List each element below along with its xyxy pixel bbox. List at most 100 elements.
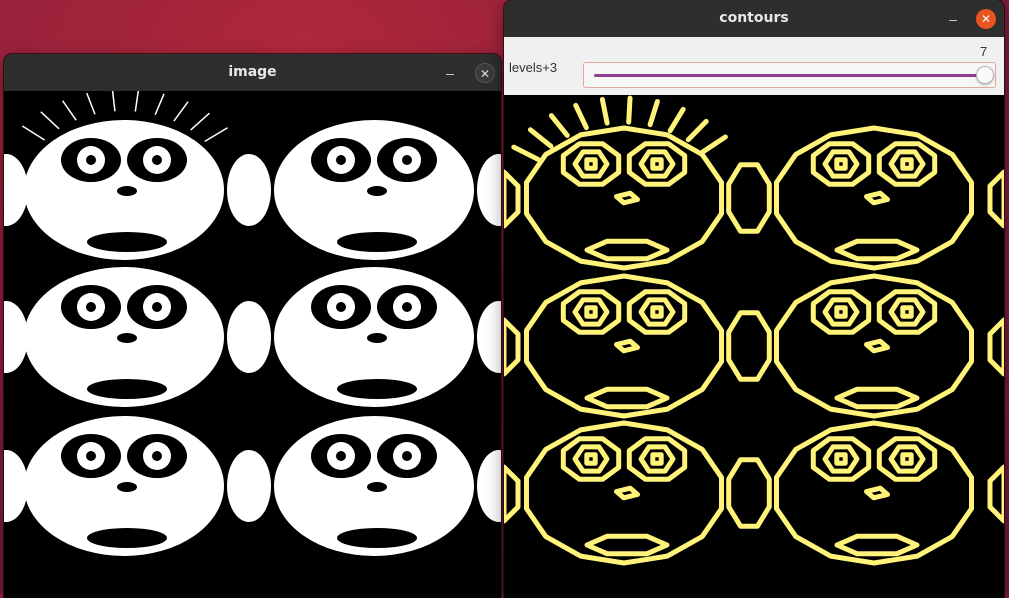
face-contour	[524, 273, 724, 419]
mouth	[337, 528, 417, 548]
side-oval	[227, 154, 271, 226]
side-oval	[477, 450, 501, 522]
hair-contour	[685, 118, 709, 143]
pupil-contour	[584, 452, 598, 466]
mouth-contour	[834, 238, 920, 262]
pupil-contour	[650, 157, 664, 171]
hair-contour	[667, 106, 686, 134]
image-window[interactable]: image – ✕	[4, 54, 501, 598]
nose	[367, 186, 387, 196]
hair-contour	[511, 144, 541, 162]
pupil	[336, 155, 346, 165]
eye-ring-contour	[822, 444, 860, 474]
side-oval-contour	[726, 310, 772, 382]
contours-window[interactable]: contours – ✕ levels+3 7	[504, 0, 1004, 598]
nose	[367, 333, 387, 343]
trackbar-label: levels+3	[509, 60, 558, 75]
slider-track[interactable]	[594, 74, 983, 77]
pupil-contour	[650, 452, 664, 466]
eye-ring-contour	[572, 149, 610, 179]
pupil	[152, 302, 162, 312]
minimize-icon[interactable]: –	[440, 63, 460, 83]
hair-stroke	[86, 92, 96, 115]
eye-ring-contour	[822, 149, 860, 179]
mouth-contour	[834, 533, 920, 557]
nose-contour	[864, 338, 890, 354]
mouth	[87, 528, 167, 548]
eye-ring-contour	[572, 444, 610, 474]
hair-contour	[599, 96, 610, 126]
close-icon[interactable]: ✕	[475, 63, 495, 83]
hair-stroke	[190, 112, 210, 131]
pupil	[336, 451, 346, 461]
edge-oval-contour	[987, 317, 1004, 377]
hair-contour	[573, 102, 589, 131]
nose-contour	[614, 338, 640, 354]
slider-handle[interactable]	[976, 66, 994, 84]
image-titlebar[interactable]: image – ✕	[4, 54, 501, 91]
hair-stroke	[154, 93, 165, 116]
face-contour	[524, 125, 724, 271]
nose-contour	[864, 485, 890, 501]
mouth-contour	[834, 386, 920, 410]
eye-ring-contour	[822, 297, 860, 327]
pupil-contour	[834, 305, 848, 319]
edge-oval-contour	[987, 169, 1004, 229]
pupil	[86, 302, 96, 312]
slider-fill	[594, 74, 983, 77]
hair-stroke	[40, 111, 60, 130]
eye-ring-contour	[638, 444, 676, 474]
pupil-contour	[834, 157, 848, 171]
eye-ring-contour	[888, 444, 926, 474]
side-oval-contour	[726, 457, 772, 529]
nose-contour	[614, 190, 640, 206]
hair-stroke	[204, 127, 228, 143]
contours-titlebar[interactable]: contours – ✕	[504, 0, 1004, 37]
edge-oval-contour	[504, 464, 521, 524]
eye-ring-contour	[572, 297, 610, 327]
nose-contour	[614, 485, 640, 501]
mouth	[87, 379, 167, 399]
pupil-contour	[650, 305, 664, 319]
minimize-icon[interactable]: –	[943, 9, 963, 29]
mouth	[337, 232, 417, 252]
face-contour	[774, 273, 974, 419]
trackbar-value: 7	[980, 44, 988, 59]
side-oval-contour	[726, 162, 772, 234]
mouth	[337, 379, 417, 399]
eye-ring-contour	[888, 149, 926, 179]
nose	[117, 333, 137, 343]
eye-ring-contour	[638, 149, 676, 179]
pupil-contour	[900, 452, 914, 466]
nose	[367, 482, 387, 492]
contours-canvas	[504, 95, 1004, 598]
trackbar-panel: levels+3 7	[504, 37, 1004, 96]
levels-slider[interactable]	[583, 62, 996, 88]
mouth-contour	[584, 533, 670, 557]
pupil	[402, 302, 412, 312]
side-oval	[477, 301, 501, 373]
mouth-contour	[584, 238, 670, 262]
side-oval	[227, 450, 271, 522]
image-canvas	[4, 91, 501, 598]
pupil	[152, 451, 162, 461]
pupil-contour	[834, 452, 848, 466]
close-icon[interactable]: ✕	[976, 9, 996, 29]
mouth	[87, 232, 167, 252]
mouth-contour	[584, 386, 670, 410]
pupil	[402, 155, 412, 165]
pupil-contour	[584, 305, 598, 319]
hair-contour	[527, 127, 554, 149]
pupil-contour	[584, 157, 598, 171]
hair-contour	[647, 98, 660, 128]
faces-image	[4, 91, 501, 556]
face-contour	[524, 420, 724, 566]
contours-window-title: contours	[719, 10, 789, 26]
pupil-contour	[900, 157, 914, 171]
edge-oval-contour	[504, 169, 521, 229]
hair-stroke	[111, 91, 116, 112]
eye-ring-contour	[638, 297, 676, 327]
pupil-contour	[900, 305, 914, 319]
contours-image	[504, 95, 1004, 566]
eye-ring-contour	[888, 297, 926, 327]
